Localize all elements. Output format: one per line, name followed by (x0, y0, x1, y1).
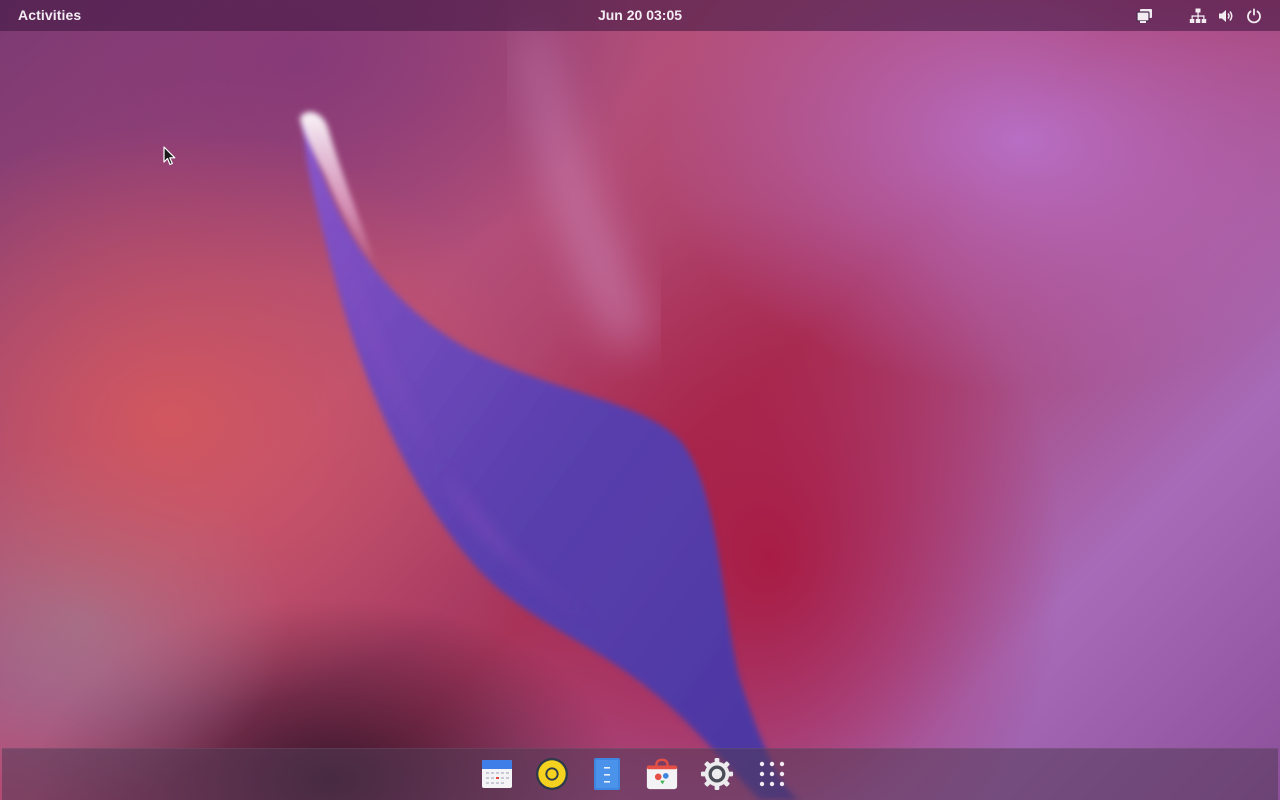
rhythmbox-icon (535, 757, 569, 791)
desktop[interactable]: Activities Jun 20 03:05 (0, 0, 1280, 800)
text-editor-icon (594, 758, 620, 790)
dock-app-calendar[interactable] (480, 756, 514, 792)
dock (2, 748, 1278, 800)
calendar-icon (482, 760, 512, 788)
power-icon (1245, 7, 1263, 25)
screen-share-icon (1136, 7, 1154, 25)
top-bar: Activities Jun 20 03:05 (0, 0, 1280, 31)
dock-app-rhythmbox[interactable] (535, 756, 569, 792)
software-center-icon (646, 758, 678, 790)
clock-button[interactable]: Jun 20 03:05 (598, 7, 682, 23)
dock-app-settings[interactable] (700, 756, 734, 792)
mouse-pointer-icon (163, 146, 176, 166)
dock-app-software-center[interactable] (645, 756, 679, 792)
dock-show-apps-button[interactable] (755, 756, 789, 792)
clock: Jun 20 03:05 (0, 7, 1280, 23)
volume-icon (1217, 7, 1235, 25)
network-icon (1189, 7, 1207, 25)
wallpaper-image (300, 30, 800, 800)
activities-button[interactable]: Activities (18, 7, 81, 23)
settings-gear-icon (700, 757, 734, 791)
system-menu[interactable] (1189, 6, 1263, 26)
dock-app-text-editor[interactable] (590, 756, 624, 792)
show-apps-grid-icon (759, 761, 785, 787)
screen-share-indicator[interactable] (1136, 6, 1154, 26)
dock-app-list (480, 756, 789, 792)
